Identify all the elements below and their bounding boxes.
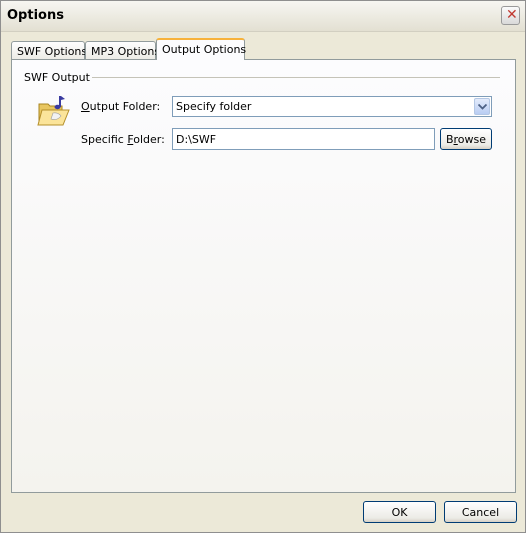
tab-output-options[interactable]: Output Options [156,38,246,60]
browse-button[interactable]: Browse [440,128,492,150]
specific-folder-input[interactable]: D:\SWF [172,128,435,150]
window-title: Options [7,8,64,23]
ok-button[interactable]: OK [363,501,436,523]
output-folder-value: Specify folder [176,100,252,113]
tab-swf-options[interactable]: SWF Options [11,41,87,60]
title-bar[interactable]: Options ✕ [1,1,525,32]
output-options-panel: SWF Output Output Folder: Specify folder… [11,59,516,493]
group-divider [92,77,500,78]
tab-mp3-options[interactable]: MP3 Options [85,41,160,60]
dropdown-button[interactable] [474,98,490,115]
cancel-button[interactable]: Cancel [444,501,517,523]
chevron-down-icon [478,104,487,110]
options-dialog: Options ✕ SWF Options MP3 Options Output… [0,0,526,533]
music-folder-icon [37,96,70,126]
output-folder-label: Output Folder: [81,100,161,113]
output-folder-select[interactable]: Specify folder [172,96,492,117]
specific-folder-value: D:\SWF [176,133,217,146]
group-label-swf-output: SWF Output [24,71,90,84]
close-button[interactable]: ✕ [501,6,520,25]
specific-folder-label: Specific Folder: [81,133,165,146]
close-icon: ✕ [506,7,518,23]
